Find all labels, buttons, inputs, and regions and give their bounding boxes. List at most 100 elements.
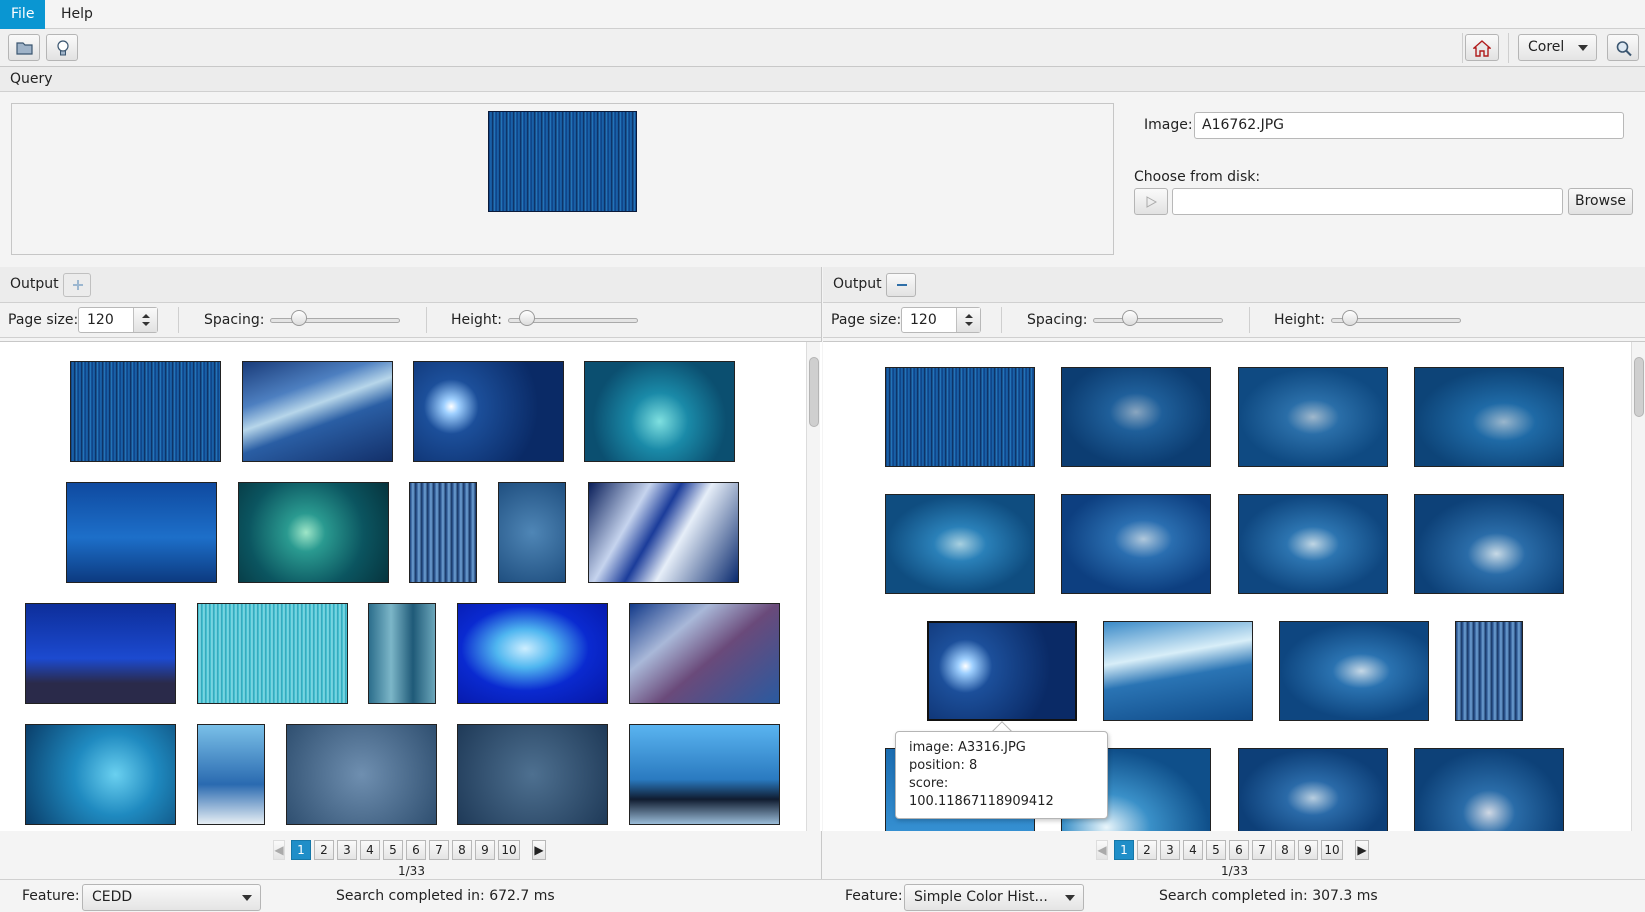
left-page-button[interactable]: 1 (291, 840, 311, 860)
result-thumbnail[interactable] (1238, 367, 1388, 467)
result-thumbnail[interactable] (1414, 494, 1564, 594)
spinner-arrows-icon (142, 314, 150, 326)
right-spinner-arrows[interactable] (956, 308, 980, 332)
right-page-button[interactable]: 9 (1298, 840, 1318, 860)
idea-button[interactable] (46, 34, 78, 61)
result-thumbnail[interactable] (197, 603, 348, 704)
left-spacing-slider-thumb[interactable] (290, 310, 307, 326)
result-thumbnail[interactable] (1103, 621, 1253, 721)
result-thumbnail[interactable] (1414, 748, 1564, 831)
menu-help[interactable]: Help (50, 0, 104, 29)
image-name-field[interactable]: A16762.JPG (1194, 112, 1624, 139)
left-page-button[interactable]: 7 (429, 840, 449, 860)
result-thumbnail[interactable] (1414, 367, 1564, 467)
query-image (488, 111, 637, 212)
left-page-size-spinner[interactable]: 120 (78, 307, 158, 333)
left-page-button[interactable]: 6 (406, 840, 426, 860)
right-page-button[interactable]: 10 (1321, 840, 1343, 860)
result-thumbnail[interactable] (1061, 367, 1211, 467)
result-thumbnail[interactable] (584, 361, 735, 462)
right-page-button[interactable]: 8 (1275, 840, 1295, 860)
left-page-size-label: Page size: (8, 312, 79, 328)
result-thumbnail[interactable] (286, 724, 437, 825)
right-page-button[interactable]: 6 (1229, 840, 1249, 860)
home-button[interactable] (1465, 34, 1499, 61)
result-thumbnail[interactable] (885, 367, 1035, 467)
result-thumbnail[interactable] (457, 603, 608, 704)
result-thumbnail[interactable] (242, 361, 393, 462)
result-thumbnail[interactable] (629, 603, 780, 704)
left-page-button[interactable]: 3 (337, 840, 357, 860)
left-control-bar: Page size: 120 Spacing: Height: (0, 303, 821, 338)
left-page-size-value: 120 (87, 312, 114, 328)
right-page-button[interactable]: 5 (1206, 840, 1226, 860)
query-image-box (11, 103, 1114, 255)
result-thumbnail[interactable] (498, 482, 566, 583)
result-thumbnail[interactable] (1238, 748, 1388, 831)
result-thumbnail[interactable] (885, 494, 1035, 594)
right-height-slider-thumb[interactable] (1342, 310, 1359, 326)
result-thumbnail[interactable] (368, 603, 436, 704)
right-vertical-scrollbar[interactable] (1631, 342, 1645, 831)
result-thumbnail[interactable] (70, 361, 221, 462)
result-thumbnail[interactable] (25, 724, 176, 825)
right-page-button[interactable]: 4 (1183, 840, 1203, 860)
left-page-button[interactable]: 2 (314, 840, 334, 860)
disk-path-field[interactable] (1172, 188, 1563, 215)
left-feature-label: Feature: (22, 888, 80, 904)
left-scrollbar-thumb[interactable] (809, 357, 819, 427)
dataset-combo[interactable]: Corel (1518, 34, 1597, 61)
right-spacing-slider-thumb[interactable] (1121, 310, 1138, 326)
left-page-button[interactable]: 4 (360, 840, 380, 860)
result-thumbnail[interactable] (1061, 494, 1211, 594)
left-page-button[interactable]: 5 (383, 840, 403, 860)
right-search-status: Search completed in: 307.3 ms (1159, 888, 1378, 904)
right-next-page-button[interactable]: ▶ (1355, 840, 1369, 860)
dataset-combo-value: Corel (1528, 39, 1565, 55)
result-thumbnail[interactable] (66, 482, 217, 583)
result-thumbnail[interactable] (25, 603, 176, 704)
open-folder-button[interactable] (8, 34, 40, 61)
left-page-button[interactable]: 10 (498, 840, 520, 860)
status-bar: Feature: CEDD Search completed in: 672.7… (0, 879, 1645, 912)
play-button[interactable] (1134, 188, 1168, 215)
result-thumbnail[interactable] (197, 724, 265, 825)
result-thumbnail[interactable] (629, 724, 780, 825)
right-page-size-spinner[interactable]: 120 (901, 307, 981, 333)
left-vertical-scrollbar[interactable] (806, 342, 820, 831)
left-page-button[interactable]: 8 (452, 840, 472, 860)
left-results-gallery (0, 341, 822, 831)
right-output-header: Output (823, 267, 1645, 303)
right-collapse-button[interactable] (886, 273, 916, 297)
left-next-page-button[interactable]: ▶ (532, 840, 546, 860)
result-thumbnail[interactable] (413, 361, 564, 462)
right-control-bar: Page size: 120 Spacing: Height: (823, 303, 1645, 338)
right-page-button[interactable]: 3 (1160, 840, 1180, 860)
result-thumbnail[interactable] (1238, 494, 1388, 594)
left-page-button[interactable]: 9 (475, 840, 495, 860)
right-scrollbar-thumb[interactable] (1634, 357, 1644, 417)
result-thumbnail[interactable] (409, 482, 477, 583)
left-spinner-arrows[interactable] (133, 308, 157, 332)
result-thumbnail[interactable] (1455, 621, 1523, 721)
result-thumbnail[interactable] (588, 482, 739, 583)
right-page-button[interactable]: 1 (1114, 840, 1134, 860)
result-thumbnail[interactable] (1279, 621, 1429, 721)
left-height-slider-thumb[interactable] (519, 310, 536, 326)
right-feature-combo[interactable]: Simple Color Hist... (904, 884, 1084, 911)
browse-button[interactable]: Browse (1568, 188, 1633, 215)
left-feature-combo[interactable]: CEDD (82, 884, 261, 911)
menu-file[interactable]: File (0, 0, 46, 29)
result-thumbnail[interactable] (238, 482, 389, 583)
result-thumbnail[interactable] (457, 724, 608, 825)
right-page-button[interactable]: 7 (1252, 840, 1272, 860)
right-spacing-slider[interactable] (1093, 318, 1223, 323)
right-page-button[interactable]: 2 (1137, 840, 1157, 860)
query-section: Query Image: A16762.JPG Choose from disk… (0, 67, 1645, 267)
left-prev-page-button[interactable]: ◀ (273, 840, 285, 860)
left-spacing-slider[interactable] (270, 318, 400, 323)
result-thumbnail-hovered[interactable] (927, 621, 1077, 721)
right-prev-page-button[interactable]: ◀ (1096, 840, 1108, 860)
search-button[interactable] (1607, 34, 1639, 61)
left-expand-button[interactable] (63, 273, 91, 297)
